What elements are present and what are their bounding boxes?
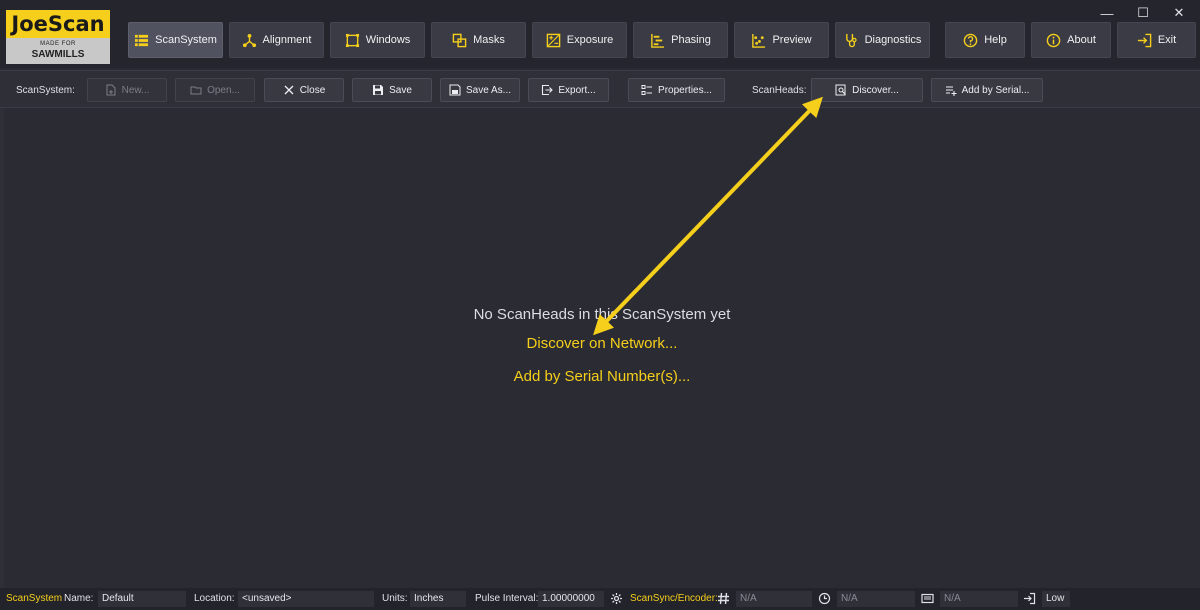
- status-bar: ScanSystem Name: Default Location: <unsa…: [0, 588, 1200, 610]
- logo-tagline-line2: SAWMILLS: [31, 49, 85, 60]
- status-pulse-label: Pulse Interval:: [475, 593, 539, 604]
- nav-exit-label: Exit: [1157, 34, 1177, 46]
- maximize-icon: ☐: [1137, 5, 1149, 20]
- open-button[interactable]: Open...: [175, 78, 255, 102]
- new-button[interactable]: New...: [87, 78, 167, 102]
- close-x-icon: [283, 84, 295, 96]
- phasing-icon: [650, 33, 665, 48]
- export-button-label: Export...: [558, 84, 596, 96]
- nav-scansystem[interactable]: ScanSystem: [128, 22, 223, 58]
- windows-icon: [345, 33, 360, 48]
- status-name-value: Default: [98, 591, 186, 607]
- new-file-icon: [105, 84, 117, 96]
- preview-icon: [751, 33, 766, 48]
- save-button[interactable]: Save: [352, 78, 432, 102]
- status-location-label: Location:: [194, 593, 235, 604]
- add-by-serial-button[interactable]: Add by Serial...: [931, 78, 1043, 102]
- nav-exit[interactable]: Exit: [1117, 22, 1196, 58]
- logo-name: JoeScan: [6, 10, 110, 38]
- status-units-label: Units:: [382, 593, 408, 604]
- save-as-button[interactable]: Save As...: [440, 78, 520, 102]
- add-by-serial-button-label: Add by Serial...: [961, 84, 1030, 96]
- nav-exposure[interactable]: Exposure: [532, 22, 627, 58]
- status-units-value: Inches: [410, 591, 466, 607]
- hash-icon: [717, 592, 730, 605]
- discover-on-network-link[interactable]: Discover on Network...: [0, 335, 1200, 352]
- nav-phasing-label: Phasing: [671, 34, 711, 46]
- nav-alignment-label: Alignment: [262, 34, 312, 46]
- scanheads-toolbar-label: ScanHeads:: [752, 85, 807, 96]
- status-level-value: Low: [1042, 591, 1070, 607]
- save-button-label: Save: [389, 84, 412, 96]
- status-card-value: N/A: [940, 591, 1018, 607]
- discover-button-label: Discover...: [852, 84, 899, 96]
- nav-windows-label: Windows: [365, 34, 411, 46]
- nav-windows[interactable]: Windows: [330, 22, 425, 58]
- folder-icon: [190, 84, 202, 96]
- status-location-value: <unsaved>: [238, 591, 374, 607]
- help-icon: [963, 33, 978, 48]
- nav-preview[interactable]: Preview: [734, 22, 829, 58]
- stethoscope-icon: [844, 33, 859, 48]
- joescan-logo: JoeScan MADE FOR SAWMILLS: [6, 10, 110, 64]
- exit-icon: [1137, 33, 1152, 48]
- info-icon: [1046, 33, 1061, 48]
- nav-diagnostics[interactable]: Diagnostics: [835, 22, 930, 58]
- nav-help-label: Help: [984, 34, 1007, 46]
- nav-exposure-label: Exposure: [566, 34, 614, 46]
- nav-about-label: About: [1067, 34, 1096, 46]
- nav-scansystem-label: ScanSystem: [155, 34, 217, 46]
- logo-tagline-line1: MADE FOR: [40, 41, 76, 47]
- nav-masks-label: Masks: [473, 34, 505, 46]
- export-icon: [541, 84, 554, 96]
- properties-button-label: Properties...: [658, 84, 712, 96]
- nav-about[interactable]: About: [1031, 22, 1111, 58]
- status-scansystem: ScanSystem: [6, 593, 63, 604]
- masks-icon: [452, 33, 467, 48]
- scansystem-toolbar-label: ScanSystem:: [16, 85, 75, 96]
- exposure-icon: [546, 33, 561, 48]
- discover-icon: [835, 84, 847, 96]
- gear-icon[interactable]: [610, 592, 623, 605]
- login-icon: [1023, 592, 1036, 605]
- title-bar: JoeScan MADE FOR SAWMILLS — ☐ ✕ ScanSyst…: [0, 0, 1200, 68]
- properties-button[interactable]: Properties...: [628, 78, 725, 102]
- minimize-button[interactable]: —: [1089, 4, 1125, 22]
- add-by-serial-number-link[interactable]: Add by Serial Number(s)...: [0, 368, 1200, 385]
- save-as-icon: [449, 84, 461, 96]
- save-icon: [372, 84, 384, 96]
- new-button-label: New...: [121, 84, 150, 96]
- table-icon: [134, 33, 149, 48]
- export-button[interactable]: Export...: [528, 78, 609, 102]
- minimize-icon: —: [1100, 5, 1114, 21]
- close-window-button[interactable]: ✕: [1161, 4, 1197, 22]
- nav-alignment[interactable]: Alignment: [229, 22, 324, 58]
- nav-masks[interactable]: Masks: [431, 22, 526, 58]
- alignment-icon: [242, 33, 257, 48]
- close-button-label: Close: [299, 84, 326, 96]
- empty-state-message: No ScanHeads in this ScanSystem yet: [473, 306, 731, 323]
- status-encoder-value: N/A: [736, 591, 812, 607]
- add-list-icon: [945, 84, 957, 96]
- card-icon: [921, 592, 934, 605]
- nav-diagnostics-label: Diagnostics: [864, 34, 922, 46]
- clock-icon: [818, 592, 831, 605]
- status-pulse-value: 1.00000000: [538, 591, 604, 607]
- close-icon: ✕: [1173, 5, 1185, 20]
- nav-help[interactable]: Help: [945, 22, 1025, 58]
- save-as-button-label: Save As...: [465, 84, 512, 96]
- status-name-label: Name:: [64, 593, 94, 604]
- nav-phasing[interactable]: Phasing: [633, 22, 728, 58]
- status-encoder-label: ScanSync/Encoder:: [630, 593, 718, 604]
- discover-button[interactable]: Discover...: [811, 78, 923, 102]
- scansystem-toolbar: ScanSystem: New... Open... Close Save Sa…: [0, 70, 1200, 108]
- close-button[interactable]: Close: [264, 78, 344, 102]
- logo-tagline: MADE FOR SAWMILLS: [6, 38, 110, 64]
- status-time-value: N/A: [837, 591, 915, 607]
- nav-preview-label: Preview: [772, 34, 812, 46]
- maximize-button[interactable]: ☐: [1125, 4, 1161, 22]
- properties-icon: [641, 84, 653, 96]
- open-button-label: Open...: [207, 84, 240, 96]
